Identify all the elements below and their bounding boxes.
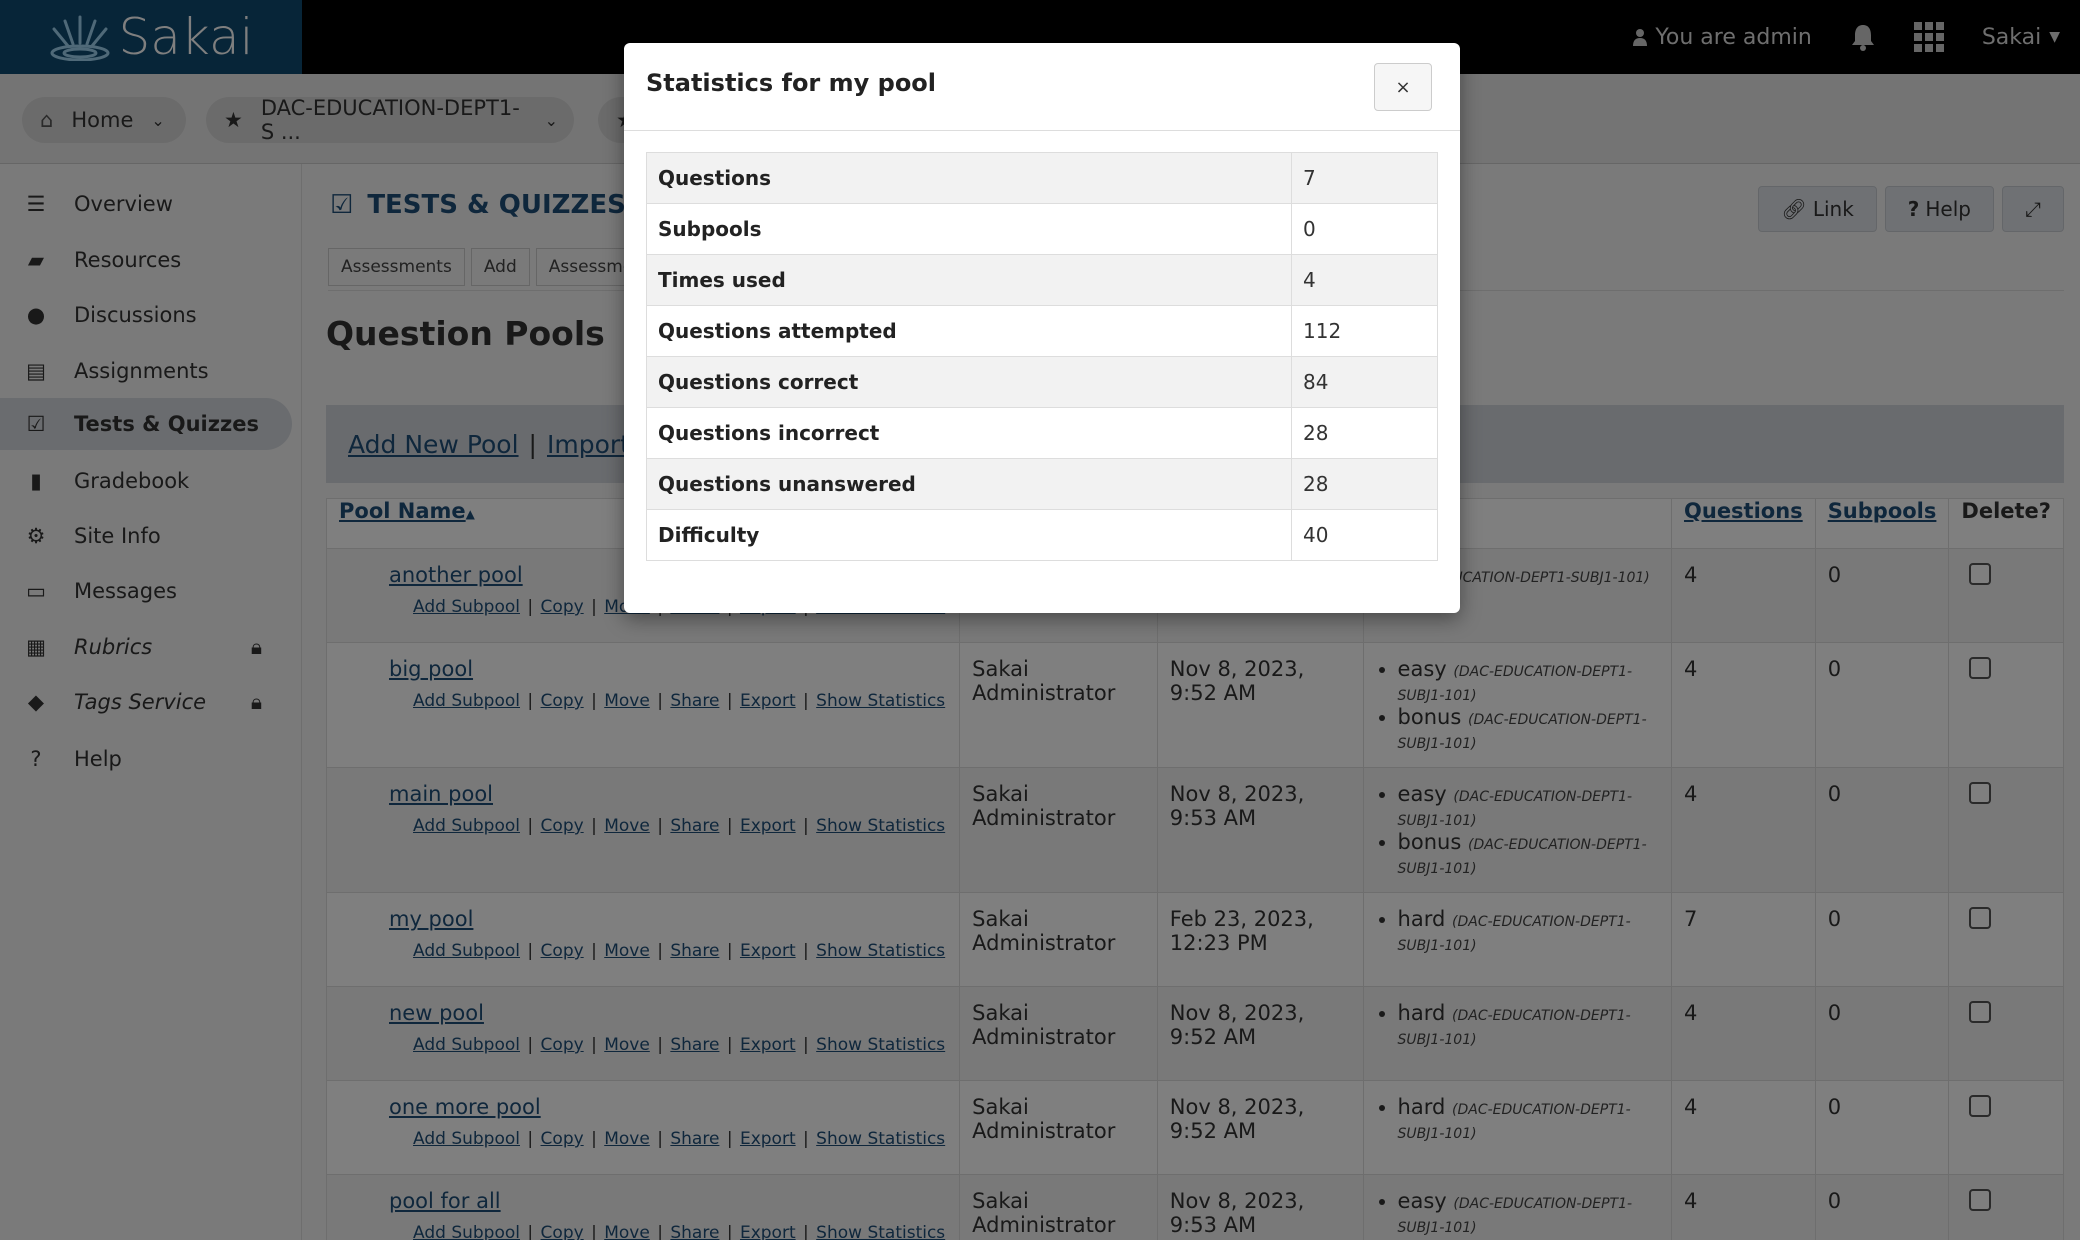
stat-row: Difficulty 40 [646,509,1438,561]
stat-value: 112 [1291,305,1438,357]
stat-value: 28 [1291,407,1438,459]
stat-row: Questions attempted 112 [646,305,1438,357]
stat-row: Questions incorrect 28 [646,407,1438,459]
close-button[interactable]: × [1374,63,1432,111]
stat-label: Questions correct [646,356,1292,408]
statistics-table: Questions 7 Subpools 0 Times used 4 Questio… [646,152,1438,561]
stat-label: Questions attempted [646,305,1292,357]
stat-label: Questions incorrect [646,407,1292,459]
stat-value: 40 [1291,509,1438,561]
modal-title: Statistics for my pool [646,69,937,97]
stat-label: Subpools [646,203,1292,255]
stat-row: Subpools 0 [646,203,1438,255]
stat-row: Questions correct 84 [646,356,1438,408]
modal-header: Statistics for my pool × [624,43,1460,131]
stat-label: Difficulty [646,509,1292,561]
stat-value: 84 [1291,356,1438,408]
stat-value: 28 [1291,458,1438,510]
stat-value: 0 [1291,203,1438,255]
statistics-modal: Statistics for my pool × Questions 7 Subp… [624,43,1460,613]
stat-value: 4 [1291,254,1438,306]
stat-row: Times used 4 [646,254,1438,306]
stat-value: 7 [1291,152,1438,204]
stat-label: Questions [646,152,1292,204]
stat-label: Times used [646,254,1292,306]
close-icon: × [1395,76,1411,98]
stat-row: Questions unanswered 28 [646,458,1438,510]
stat-row: Questions 7 [646,152,1438,204]
stat-label: Questions unanswered [646,458,1292,510]
